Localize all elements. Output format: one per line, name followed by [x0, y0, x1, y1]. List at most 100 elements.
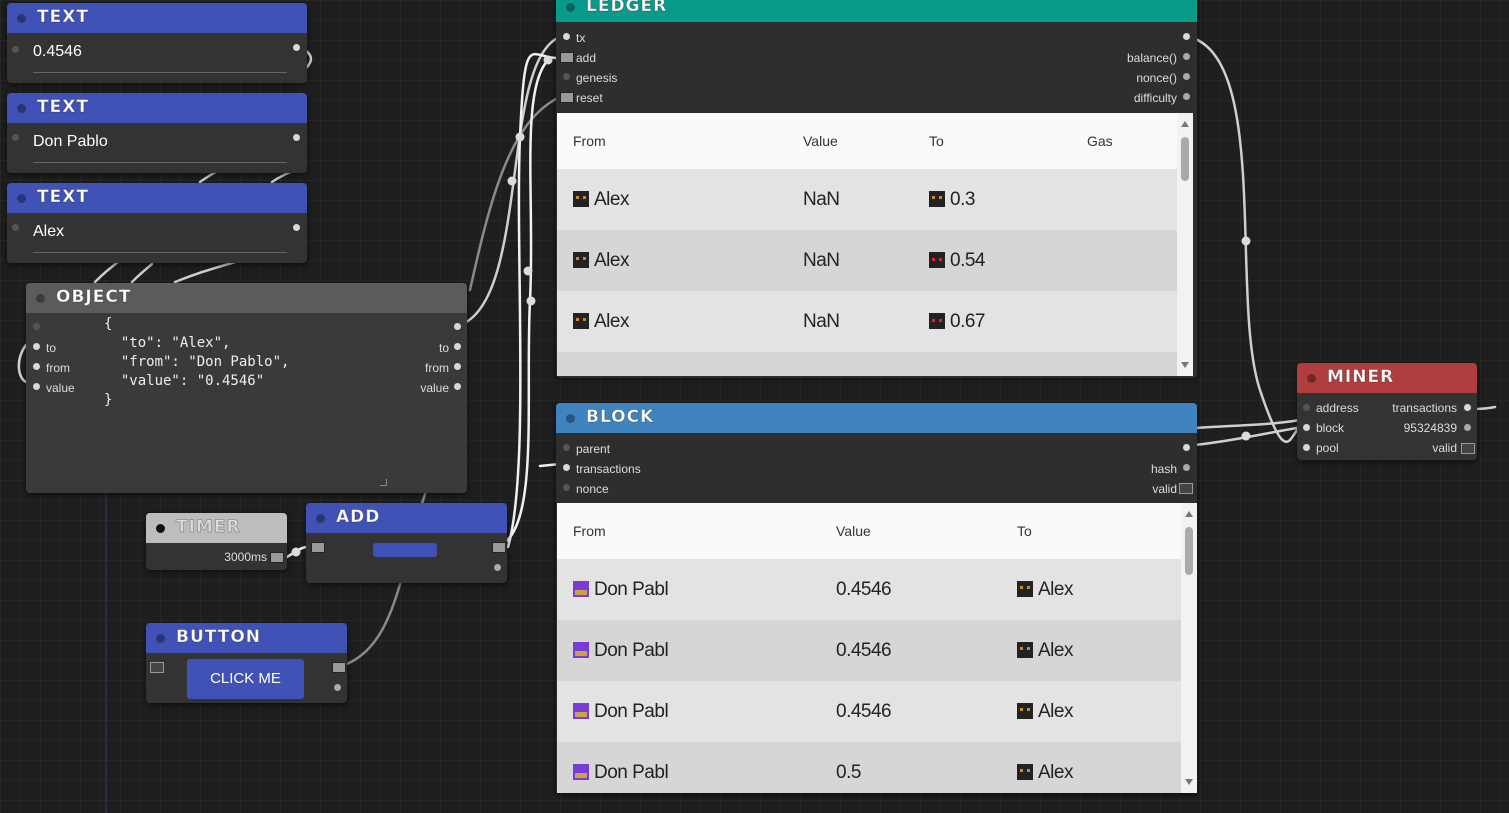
column-header-to[interactable]: To [929, 133, 944, 149]
collapse-dot-icon[interactable] [566, 414, 575, 423]
column-header-value[interactable]: Value [803, 133, 838, 149]
table-row[interactable]: Don Pabl 0.5 Alex [557, 742, 1197, 793]
scroll-down-icon[interactable] [1181, 362, 1189, 368]
node-header[interactable]: TEXT [7, 3, 307, 33]
output-socket-to[interactable] [454, 343, 461, 350]
collapse-dot-icon[interactable] [566, 3, 575, 12]
output-socket-valid[interactable] [1461, 443, 1475, 454]
collapse-dot-icon[interactable] [156, 524, 165, 533]
output-socket-block[interactable] [1183, 444, 1190, 451]
output-socket-hash[interactable] [1183, 464, 1190, 471]
text-value[interactable]: Alex [33, 223, 64, 241]
button-node[interactable]: BUTTON CLICK ME [146, 623, 347, 703]
collapse-dot-icon[interactable] [1307, 374, 1316, 383]
ledger-table[interactable]: From Value To Gas Alex NaN 0.3 Alex NaN … [557, 113, 1193, 376]
input-socket-reset[interactable] [560, 92, 574, 103]
node-header[interactable]: BUTTON [146, 623, 347, 653]
node-header[interactable]: MINER [1297, 363, 1477, 393]
scroll-thumb[interactable] [1181, 137, 1189, 181]
timer-output-socket[interactable] [270, 552, 284, 563]
text-node-2[interactable]: TEXT Don Pablo [7, 93, 307, 173]
timer-node[interactable]: TIMER 3000ms [146, 513, 287, 570]
collapse-dot-icon[interactable] [156, 634, 165, 643]
table-row[interactable]: Alex NaN 0.67 [557, 291, 1193, 352]
output-socket-value[interactable] [454, 383, 461, 390]
column-header-value[interactable]: Value [836, 523, 871, 539]
output-socket-nonce[interactable] [1464, 424, 1471, 431]
input-socket-tx[interactable] [563, 33, 570, 40]
object-node[interactable]: OBJECT to from value { "to": "Alex", "fr… [26, 283, 467, 493]
add-output-socket[interactable] [492, 542, 506, 553]
output-socket-nonce[interactable] [1183, 73, 1190, 80]
scrollbar[interactable] [1177, 113, 1193, 376]
scroll-down-icon[interactable] [1185, 779, 1193, 785]
output-socket-difficulty[interactable] [1183, 93, 1190, 100]
input-socket-pool[interactable] [1303, 444, 1310, 451]
collapse-dot-icon[interactable] [17, 14, 26, 23]
node-header[interactable]: ADD [306, 503, 507, 533]
output-socket-object[interactable] [454, 323, 461, 330]
text-node-1[interactable]: TEXT 0.4546 [7, 3, 307, 83]
text-node-3[interactable]: TEXT Alex [7, 183, 307, 263]
table-row[interactable]: Alex NaN 0.3 [557, 169, 1193, 230]
input-socket[interactable] [12, 224, 19, 231]
output-socket-valid[interactable] [1179, 483, 1193, 494]
resize-handle-icon[interactable] [380, 479, 387, 486]
collapse-dot-icon[interactable] [316, 514, 325, 523]
text-value[interactable]: 0.4546 [33, 43, 82, 61]
add-action-bar[interactable] [373, 543, 437, 557]
input-socket-value[interactable] [33, 383, 40, 390]
table-row[interactable] [557, 352, 1193, 376]
output-socket-ledger[interactable] [1183, 33, 1190, 40]
output-socket[interactable] [293, 44, 300, 51]
output-socket-balance[interactable] [1183, 53, 1190, 60]
block-node[interactable]: BLOCK parent transactions nonce hash val… [556, 403, 1197, 793]
collapse-dot-icon[interactable] [17, 194, 26, 203]
button-output-socket-2[interactable] [334, 684, 341, 691]
column-header-to[interactable]: To [1017, 523, 1032, 539]
table-row[interactable]: Don Pabl 0.4546 Alex [557, 559, 1197, 620]
input-socket-genesis[interactable] [563, 73, 570, 80]
input-socket-block[interactable] [1303, 424, 1310, 431]
input-socket[interactable] [12, 134, 19, 141]
add-node[interactable]: ADD [306, 503, 507, 583]
node-header[interactable]: TEXT [7, 183, 307, 213]
block-table[interactable]: From Value To Don Pabl 0.4546 Alex Don P… [557, 503, 1197, 793]
node-header[interactable]: TEXT [7, 93, 307, 123]
input-socket[interactable] [33, 323, 40, 330]
table-row[interactable]: Don Pabl 0.4546 Alex [557, 620, 1197, 681]
input-socket[interactable] [12, 46, 19, 53]
scroll-thumb[interactable] [1185, 527, 1193, 575]
collapse-dot-icon[interactable] [36, 294, 45, 303]
column-header-from[interactable]: From [573, 133, 606, 149]
output-socket[interactable] [293, 134, 300, 141]
scroll-up-icon[interactable] [1181, 121, 1189, 127]
output-socket-from[interactable] [454, 363, 461, 370]
column-header-from[interactable]: From [573, 523, 606, 539]
miner-node[interactable]: MINER address block pool transactions 95… [1297, 363, 1477, 460]
click-me-button[interactable]: CLICK ME [187, 659, 304, 699]
input-socket-from[interactable] [33, 363, 40, 370]
add-input-socket[interactable] [311, 542, 325, 553]
node-header[interactable]: OBJECT [26, 283, 467, 313]
input-socket-parent[interactable] [563, 444, 570, 451]
json-editor[interactable]: { "to": "Alex", "from": "Don Pablo", "va… [104, 315, 289, 410]
table-row[interactable]: Alex NaN 0.54 [557, 230, 1193, 291]
text-value[interactable]: Don Pablo [33, 133, 108, 151]
add-output-socket-2[interactable] [494, 564, 501, 571]
output-socket[interactable] [293, 224, 300, 231]
input-socket-nonce[interactable] [563, 484, 570, 491]
column-header-gas[interactable]: Gas [1087, 133, 1113, 149]
node-header[interactable]: TIMER [146, 513, 287, 543]
input-socket-transactions[interactable] [563, 464, 570, 471]
input-socket-address[interactable] [1303, 404, 1310, 411]
output-socket-transactions[interactable] [1464, 404, 1471, 411]
table-row[interactable]: Don Pabl 0.4546 Alex [557, 681, 1197, 742]
input-socket-add[interactable] [560, 52, 574, 63]
scroll-up-icon[interactable] [1185, 511, 1193, 517]
collapse-dot-icon[interactable] [17, 104, 26, 113]
node-header[interactable]: BLOCK [556, 403, 1197, 433]
button-output-socket[interactable] [332, 662, 346, 673]
input-socket-to[interactable] [33, 343, 40, 350]
button-input-socket[interactable] [150, 662, 164, 673]
